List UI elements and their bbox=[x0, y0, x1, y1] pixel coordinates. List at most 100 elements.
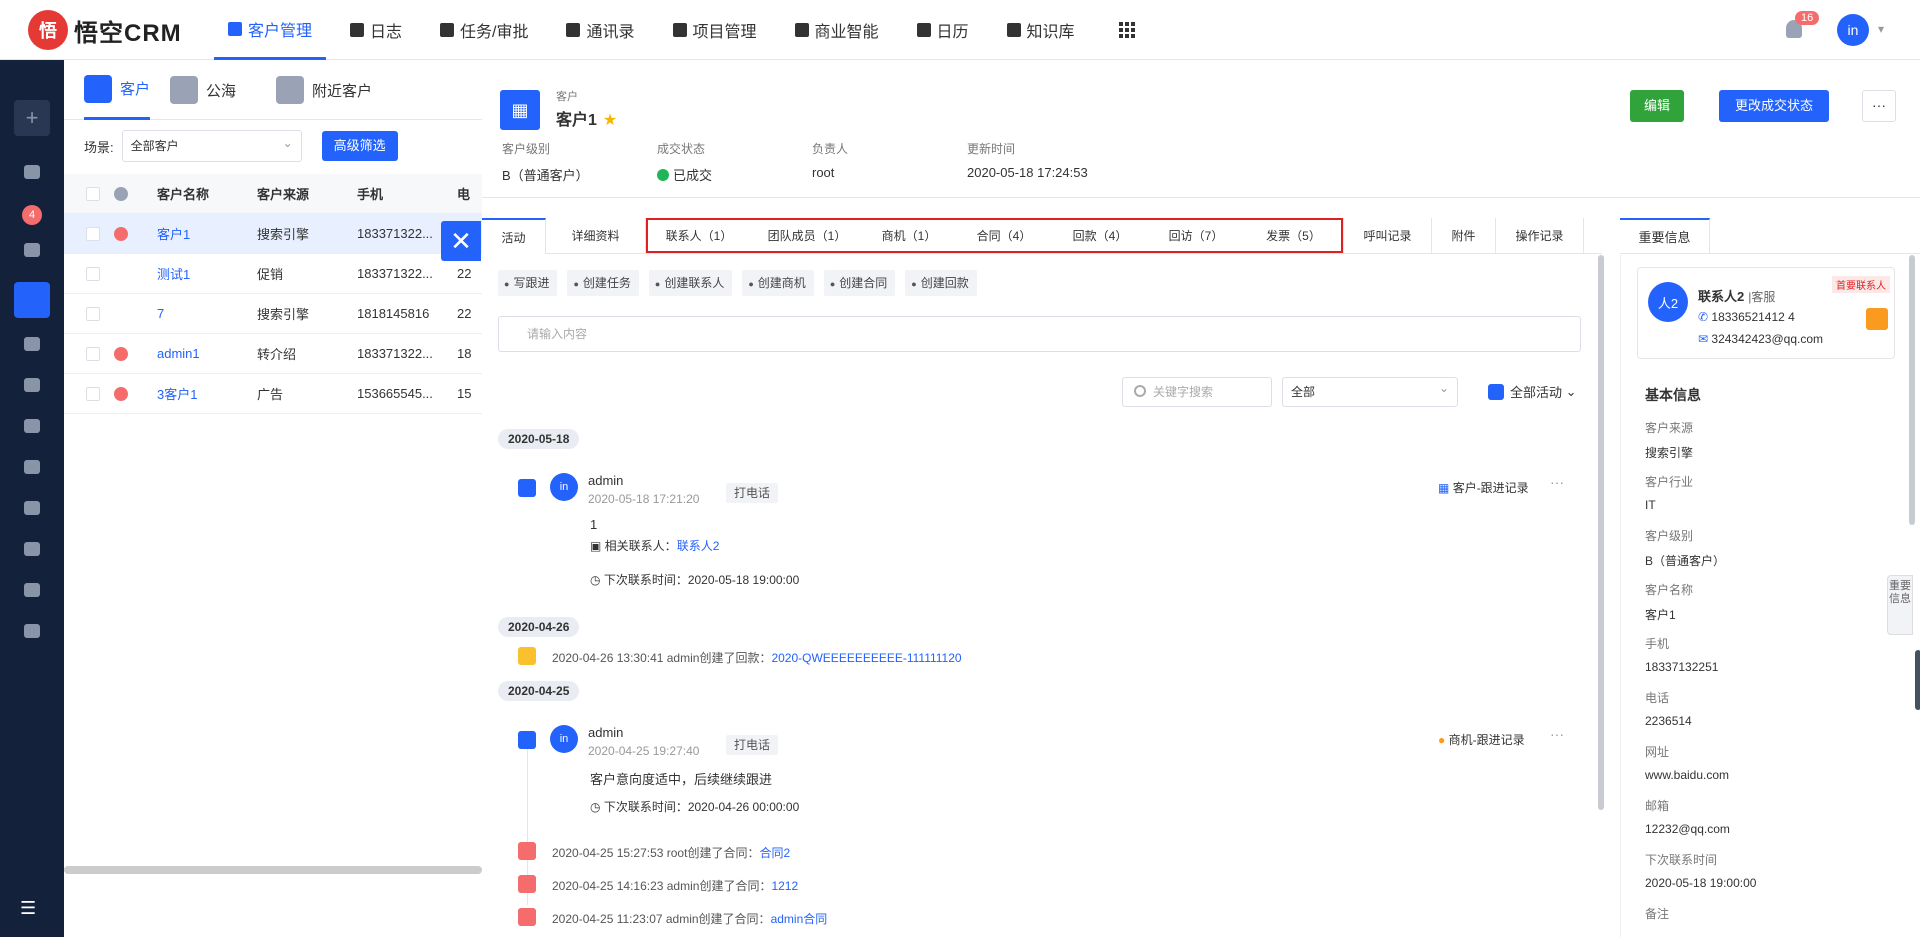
product-icon[interactable] bbox=[24, 583, 40, 597]
info-next-contact: 下次联系时间 2020-05-18 19:00:00 bbox=[1645, 853, 1757, 890]
nav-bi[interactable]: 商业智能 bbox=[781, 0, 893, 60]
table-row[interactable]: admin1 转介绍 183371322... 18 bbox=[64, 334, 482, 374]
receivable-link[interactable]: 2020-QWEEEEEEEEEE-111111120 bbox=[771, 651, 961, 665]
tab-public-sea[interactable]: 公海 bbox=[150, 60, 256, 120]
important-info-side-tab[interactable]: 重要信息 bbox=[1887, 575, 1913, 635]
tab-important-info[interactable]: 重要信息 bbox=[1620, 218, 1710, 254]
tab-customer[interactable]: 客户 bbox=[84, 60, 151, 120]
event-user: admin bbox=[588, 473, 624, 488]
clue-icon[interactable] bbox=[24, 243, 40, 257]
chevron-down-icon[interactable]: ▾ bbox=[1878, 22, 1884, 36]
customer-name-link[interactable]: 7 bbox=[149, 306, 249, 321]
contract-link[interactable]: admin合同 bbox=[771, 912, 828, 926]
edge-handle[interactable] bbox=[1915, 650, 1920, 710]
app-logo[interactable]: 悟 悟空CRM bbox=[28, 10, 182, 50]
star-icon[interactable]: ★ bbox=[603, 112, 617, 129]
row-checkbox[interactable] bbox=[86, 306, 100, 321]
event-line: 2020-04-25 11:23:07 admin创建了合同：admin合同 bbox=[552, 912, 828, 926]
dashboard-icon[interactable] bbox=[24, 165, 40, 179]
contract-link[interactable]: 1212 bbox=[771, 879, 798, 893]
contract-link[interactable]: 合同2 bbox=[759, 846, 790, 860]
nav-contacts[interactable]: 通讯录 bbox=[552, 0, 648, 60]
tab-call-records[interactable]: 呼叫记录 bbox=[1344, 218, 1432, 254]
table-row[interactable]: 测试1 促销 183371322... 22 bbox=[64, 254, 482, 294]
contract-icon bbox=[518, 875, 536, 893]
header-tel[interactable]: 电 bbox=[449, 184, 482, 203]
nav-log[interactable]: 日志 bbox=[336, 0, 416, 60]
customer-name-link[interactable]: admin1 bbox=[149, 346, 249, 361]
create-contract-button[interactable]: 创建合同 bbox=[823, 270, 896, 296]
create-task-button[interactable]: 创建任务 bbox=[567, 270, 639, 296]
header-name[interactable]: 客户名称 bbox=[149, 184, 249, 203]
customer-name-link[interactable]: 测试1 bbox=[149, 264, 249, 283]
all-activity-dropdown[interactable]: 全部活动 ⌄ bbox=[1488, 382, 1577, 401]
scene-select[interactable]: 全部客户 bbox=[121, 128, 302, 162]
activity-type-select[interactable]: 全部 bbox=[1282, 374, 1458, 407]
nav-projects[interactable]: 项目管理 bbox=[659, 0, 771, 60]
contact-name[interactable]: 联系人2 |客服 bbox=[1698, 286, 1775, 305]
tab-details[interactable]: 详细资料 bbox=[546, 218, 646, 254]
nav-tasks[interactable]: 任务/审批 bbox=[426, 0, 542, 60]
advanced-filter-button[interactable]: 高级筛选 bbox=[321, 131, 398, 161]
customer-name-link[interactable]: 3客户1 bbox=[149, 384, 249, 403]
more-button[interactable]: ··· bbox=[1862, 90, 1896, 122]
table-row[interactable]: 3客户1 广告 153665545... 15 bbox=[64, 374, 482, 414]
more-icon[interactable]: ··· bbox=[1550, 726, 1564, 742]
content-input[interactable]: 请输入内容 bbox=[498, 316, 1581, 352]
call-button[interactable] bbox=[1866, 308, 1888, 330]
header-source[interactable]: 客户来源 bbox=[249, 184, 349, 203]
contact-phone: ✆ 18336521412 4 bbox=[1698, 310, 1795, 324]
nav-apps[interactable] bbox=[1099, 0, 1149, 60]
tab-operation-log[interactable]: 操作记录 bbox=[1496, 218, 1584, 254]
customer-phone: 153665545... bbox=[357, 386, 433, 401]
customer-name-link[interactable]: 客户1 bbox=[149, 224, 249, 243]
nav-knowledge[interactable]: 知识库 bbox=[993, 0, 1089, 60]
tab-attachments[interactable]: 附件 bbox=[1432, 218, 1496, 254]
row-checkbox[interactable] bbox=[86, 386, 100, 401]
contact-link[interactable]: 联系人2 bbox=[677, 539, 720, 553]
select-all-checkbox[interactable] bbox=[86, 186, 100, 201]
table-row[interactable]: 7 搜索引擎 1818145816 22 bbox=[64, 294, 482, 334]
top-bar: 悟 悟空CRM 客户管理 日志 任务/审批 通讯录 项目管理 商业智能 日历 知… bbox=[0, 0, 1920, 60]
receivable-icon[interactable] bbox=[24, 460, 40, 474]
add-button[interactable]: + bbox=[14, 100, 50, 136]
send-icon[interactable] bbox=[24, 624, 40, 638]
customer-tel: 22 bbox=[457, 306, 472, 321]
info-name: 客户名称 客户1 bbox=[1645, 583, 1694, 622]
right-scrollbar[interactable] bbox=[1909, 255, 1915, 525]
collapse-menu-icon[interactable]: ☰ bbox=[20, 898, 36, 919]
create-contact-button[interactable]: 创建联系人 bbox=[648, 270, 733, 296]
more-icon[interactable]: ··· bbox=[1550, 474, 1564, 490]
change-deal-status-button[interactable]: 更改成交状态 bbox=[1719, 90, 1830, 122]
create-receivable-button[interactable]: 创建回款 bbox=[905, 270, 977, 296]
tab-nearby[interactable]: 附近客户 bbox=[256, 60, 392, 120]
invoice-icon[interactable] bbox=[24, 501, 40, 515]
user-avatar[interactable]: in bbox=[1837, 14, 1869, 46]
highlight-box bbox=[646, 218, 1343, 253]
header-phone[interactable]: 手机 bbox=[349, 184, 449, 203]
row-checkbox[interactable] bbox=[86, 266, 100, 281]
create-business-button[interactable]: 创建商机 bbox=[742, 270, 814, 296]
write-followup-button[interactable]: 写跟进 bbox=[498, 270, 558, 296]
contact-avatar: 人2 bbox=[1648, 282, 1688, 322]
field-level: 客户级别 B（普通客户） bbox=[502, 142, 589, 183]
row-checkbox[interactable] bbox=[86, 226, 100, 241]
row-checkbox[interactable] bbox=[86, 346, 100, 361]
customer-icon[interactable] bbox=[14, 282, 50, 318]
edit-button[interactable]: 编辑 bbox=[1630, 90, 1685, 122]
table-row[interactable]: 客户1 搜索引擎 183371322... 22 bbox=[64, 214, 482, 254]
customer-source: 广告 bbox=[257, 387, 284, 402]
home-icon[interactable] bbox=[24, 542, 40, 556]
contact-icon[interactable] bbox=[24, 337, 40, 351]
next-contact-time: ◷ 下次联系时间：2020-04-26 00:00:00 bbox=[590, 800, 800, 814]
contract-icon[interactable] bbox=[24, 419, 40, 433]
tab-activity[interactable]: 活动 bbox=[482, 218, 546, 254]
sidebar-badge[interactable]: 4 bbox=[22, 205, 42, 225]
date-tag: 2020-04-26 bbox=[498, 617, 580, 637]
activity-scrollbar[interactable] bbox=[1598, 255, 1604, 810]
horizontal-scrollbar[interactable] bbox=[64, 866, 482, 874]
nav-customer-management[interactable]: 客户管理 bbox=[214, 0, 327, 60]
close-detail-button[interactable]: ✕ bbox=[441, 221, 481, 261]
nav-calendar[interactable]: 日历 bbox=[903, 0, 983, 60]
money-icon[interactable] bbox=[24, 378, 40, 392]
